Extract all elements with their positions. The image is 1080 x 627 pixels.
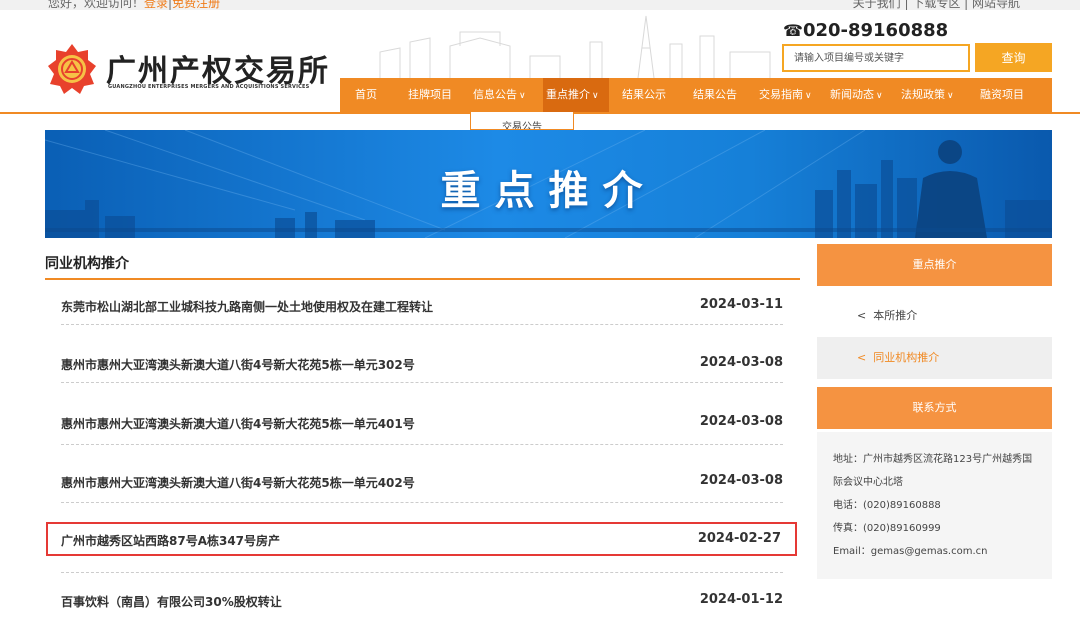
search-input[interactable] bbox=[782, 44, 970, 72]
welcome-text: 您好，欢迎访问！ bbox=[48, 0, 145, 10]
nav-item-regulations[interactable]: 法规政策 ∨ bbox=[901, 78, 954, 112]
nav-item-results-notice[interactable]: 结果公告 bbox=[693, 78, 737, 112]
skyline-decoration bbox=[379, 15, 771, 78]
nav-item-financing[interactable]: 融资项目 bbox=[980, 78, 1024, 112]
list-item[interactable]: 东莞市松山湖北部工业城科技九路南侧一处土地使用权及在建工程转让 2024-03-… bbox=[45, 288, 800, 322]
top-welcome: 您好，欢迎访问！登录|免费注册 bbox=[48, 0, 220, 11]
nav-label: 挂牌项目 bbox=[408, 88, 452, 101]
contact-phone: 电话：(020)89160888 bbox=[833, 500, 941, 511]
list-separator bbox=[61, 572, 783, 573]
phone-number: 020-89160888 bbox=[802, 20, 949, 41]
list-item-highlighted[interactable]: 广州市越秀区站西路87号A栋347号房产 2024-02-27 bbox=[46, 522, 797, 556]
list-item-title[interactable]: 惠州市惠州大亚湾澳头新澳大道八街4号新大花苑5栋一单元402号 bbox=[61, 474, 415, 491]
featured-dropdown: 交易公告 bbox=[470, 112, 574, 130]
main-nav: 首页 挂牌项目 信息公告 ∨ 重点推介 ∨ 结果公示 结果公告 交易指南 ∨ 新闻动态… bbox=[340, 78, 1052, 112]
contact-info: 地址：广州市越秀区流花路123号广州越秀国际会议中心北塔 电话：(020)891… bbox=[817, 432, 1052, 579]
login-link[interactable]: 登录 bbox=[144, 0, 168, 10]
section-title: 同业机构推介 bbox=[45, 256, 129, 272]
list-separator bbox=[61, 324, 783, 325]
nav-label: 法规政策 bbox=[901, 88, 945, 101]
phone-icon: ☎ bbox=[783, 21, 803, 40]
top-links[interactable]: 关于我们 | 下载专区 | 网站导航 bbox=[853, 0, 1020, 11]
nav-label: 结果公示 bbox=[622, 88, 666, 101]
logo-emblem-icon bbox=[48, 44, 96, 94]
sidebar-heading-featured: 重点推介 bbox=[817, 244, 1052, 286]
chevron-left-icon: < bbox=[857, 351, 867, 364]
nav-label: 首页 bbox=[355, 88, 377, 101]
page-banner: 重点推介 bbox=[45, 130, 1052, 238]
nav-item-results-publicity[interactable]: 结果公示 bbox=[622, 78, 666, 112]
list-item-date: 2024-03-11 bbox=[699, 297, 783, 312]
hotline: ☎020-89160888 bbox=[783, 20, 948, 41]
chevron-left-icon: < bbox=[857, 309, 867, 322]
list-item-title[interactable]: 东莞市松山湖北部工业城科技九路南侧一处土地使用权及在建工程转让 bbox=[61, 298, 433, 315]
dropdown-item-trade-notice[interactable]: 交易公告 bbox=[471, 118, 573, 129]
banner-title: 重点推介 bbox=[440, 168, 657, 214]
nav-label: 新闻动态 bbox=[830, 88, 874, 101]
nav-item-announcements[interactable]: 信息公告 ∨ bbox=[473, 78, 526, 112]
list-item[interactable]: 百事饮料（南昌）有限公司30%股权转让 2024-01-12 bbox=[45, 583, 800, 617]
list-item-title[interactable]: 惠州市惠州大亚湾澳头新澳大道八街4号新大花苑5栋一单元401号 bbox=[61, 415, 415, 432]
list-item[interactable]: 惠州市惠州大亚湾澳头新澳大道八街4号新大花苑5栋一单元402号 2024-03-… bbox=[45, 464, 800, 498]
sidebar-heading-contact: 联系方式 bbox=[817, 387, 1052, 429]
nav-label: 融资项目 bbox=[980, 88, 1024, 101]
sidebar-item-own-featured[interactable]: < 本所推介 bbox=[817, 296, 1052, 336]
sidebar-item-label: 同业机构推介 bbox=[873, 351, 940, 364]
list-item-date: 2024-03-08 bbox=[699, 355, 783, 370]
nav-item-home[interactable]: 首页 bbox=[355, 78, 377, 112]
logo-subtitle: GUANGZHOU ENTERPRISES MERGERS AND ACQUIS… bbox=[108, 84, 310, 90]
sidebar-item-label: 本所推介 bbox=[873, 309, 918, 322]
list-item-date: 2024-03-08 bbox=[699, 473, 783, 488]
list-item[interactable]: 惠州市惠州大亚湾澳头新澳大道八街4号新大花苑5栋一单元401号 2024-03-… bbox=[45, 405, 800, 439]
chevron-down-icon: ∨ bbox=[805, 91, 812, 101]
contact-email[interactable]: Email：gemas@gemas.com.cn bbox=[833, 540, 1036, 563]
nav-item-news[interactable]: 新闻动态 ∨ bbox=[830, 78, 883, 112]
chevron-down-icon: ∨ bbox=[876, 91, 883, 101]
sidebar-item-peer-featured[interactable]: < 同业机构推介 bbox=[817, 337, 1052, 379]
nav-label: 结果公告 bbox=[693, 88, 737, 101]
nav-item-featured[interactable]: 重点推介 ∨ bbox=[543, 78, 609, 112]
list-separator bbox=[61, 502, 783, 503]
nav-label: 信息公告 bbox=[473, 88, 517, 101]
list-item-title[interactable]: 百事饮料（南昌）有限公司30%股权转让 bbox=[61, 593, 282, 610]
list-item[interactable]: 惠州市惠州大亚湾澳头新澳大道八街4号新大花苑5栋一单元302号 2024-03-… bbox=[45, 346, 800, 380]
contact-address: 地址：广州市越秀区流花路123号广州越秀国际会议中心北塔 bbox=[833, 454, 1033, 488]
section-divider bbox=[45, 278, 800, 280]
list-item-date: 2024-01-12 bbox=[699, 592, 783, 607]
register-link[interactable]: 免费注册 bbox=[172, 0, 220, 10]
list-item-date: 2024-02-27 bbox=[697, 531, 781, 546]
nav-item-listing[interactable]: 挂牌项目 bbox=[408, 78, 452, 112]
list-separator bbox=[61, 382, 783, 383]
chevron-down-icon: ∨ bbox=[519, 91, 526, 101]
nav-label: 交易指南 bbox=[759, 88, 803, 101]
site-logo[interactable]: 广州产权交易所 GUANGZHOU ENTERPRISES MERGERS AN… bbox=[46, 42, 328, 98]
top-utility-bar: 您好，欢迎访问！登录|免费注册 关于我们 | 下载专区 | 网站导航 bbox=[0, 0, 1080, 10]
nav-item-guide[interactable]: 交易指南 ∨ bbox=[759, 78, 812, 112]
contact-fax: 传真：(020)89160999 bbox=[833, 523, 941, 534]
list-item-date: 2024-03-08 bbox=[699, 414, 783, 429]
search-button[interactable]: 查询 bbox=[975, 43, 1052, 72]
list-separator bbox=[61, 444, 783, 445]
list-item-title[interactable]: 广州市越秀区站西路87号A栋347号房产 bbox=[61, 532, 280, 549]
nav-label: 重点推介 bbox=[546, 88, 590, 101]
chevron-down-icon: ∨ bbox=[947, 91, 954, 101]
list-item-title[interactable]: 惠州市惠州大亚湾澳头新澳大道八街4号新大花苑5栋一单元302号 bbox=[61, 356, 415, 373]
chevron-down-icon: ∨ bbox=[592, 91, 599, 101]
